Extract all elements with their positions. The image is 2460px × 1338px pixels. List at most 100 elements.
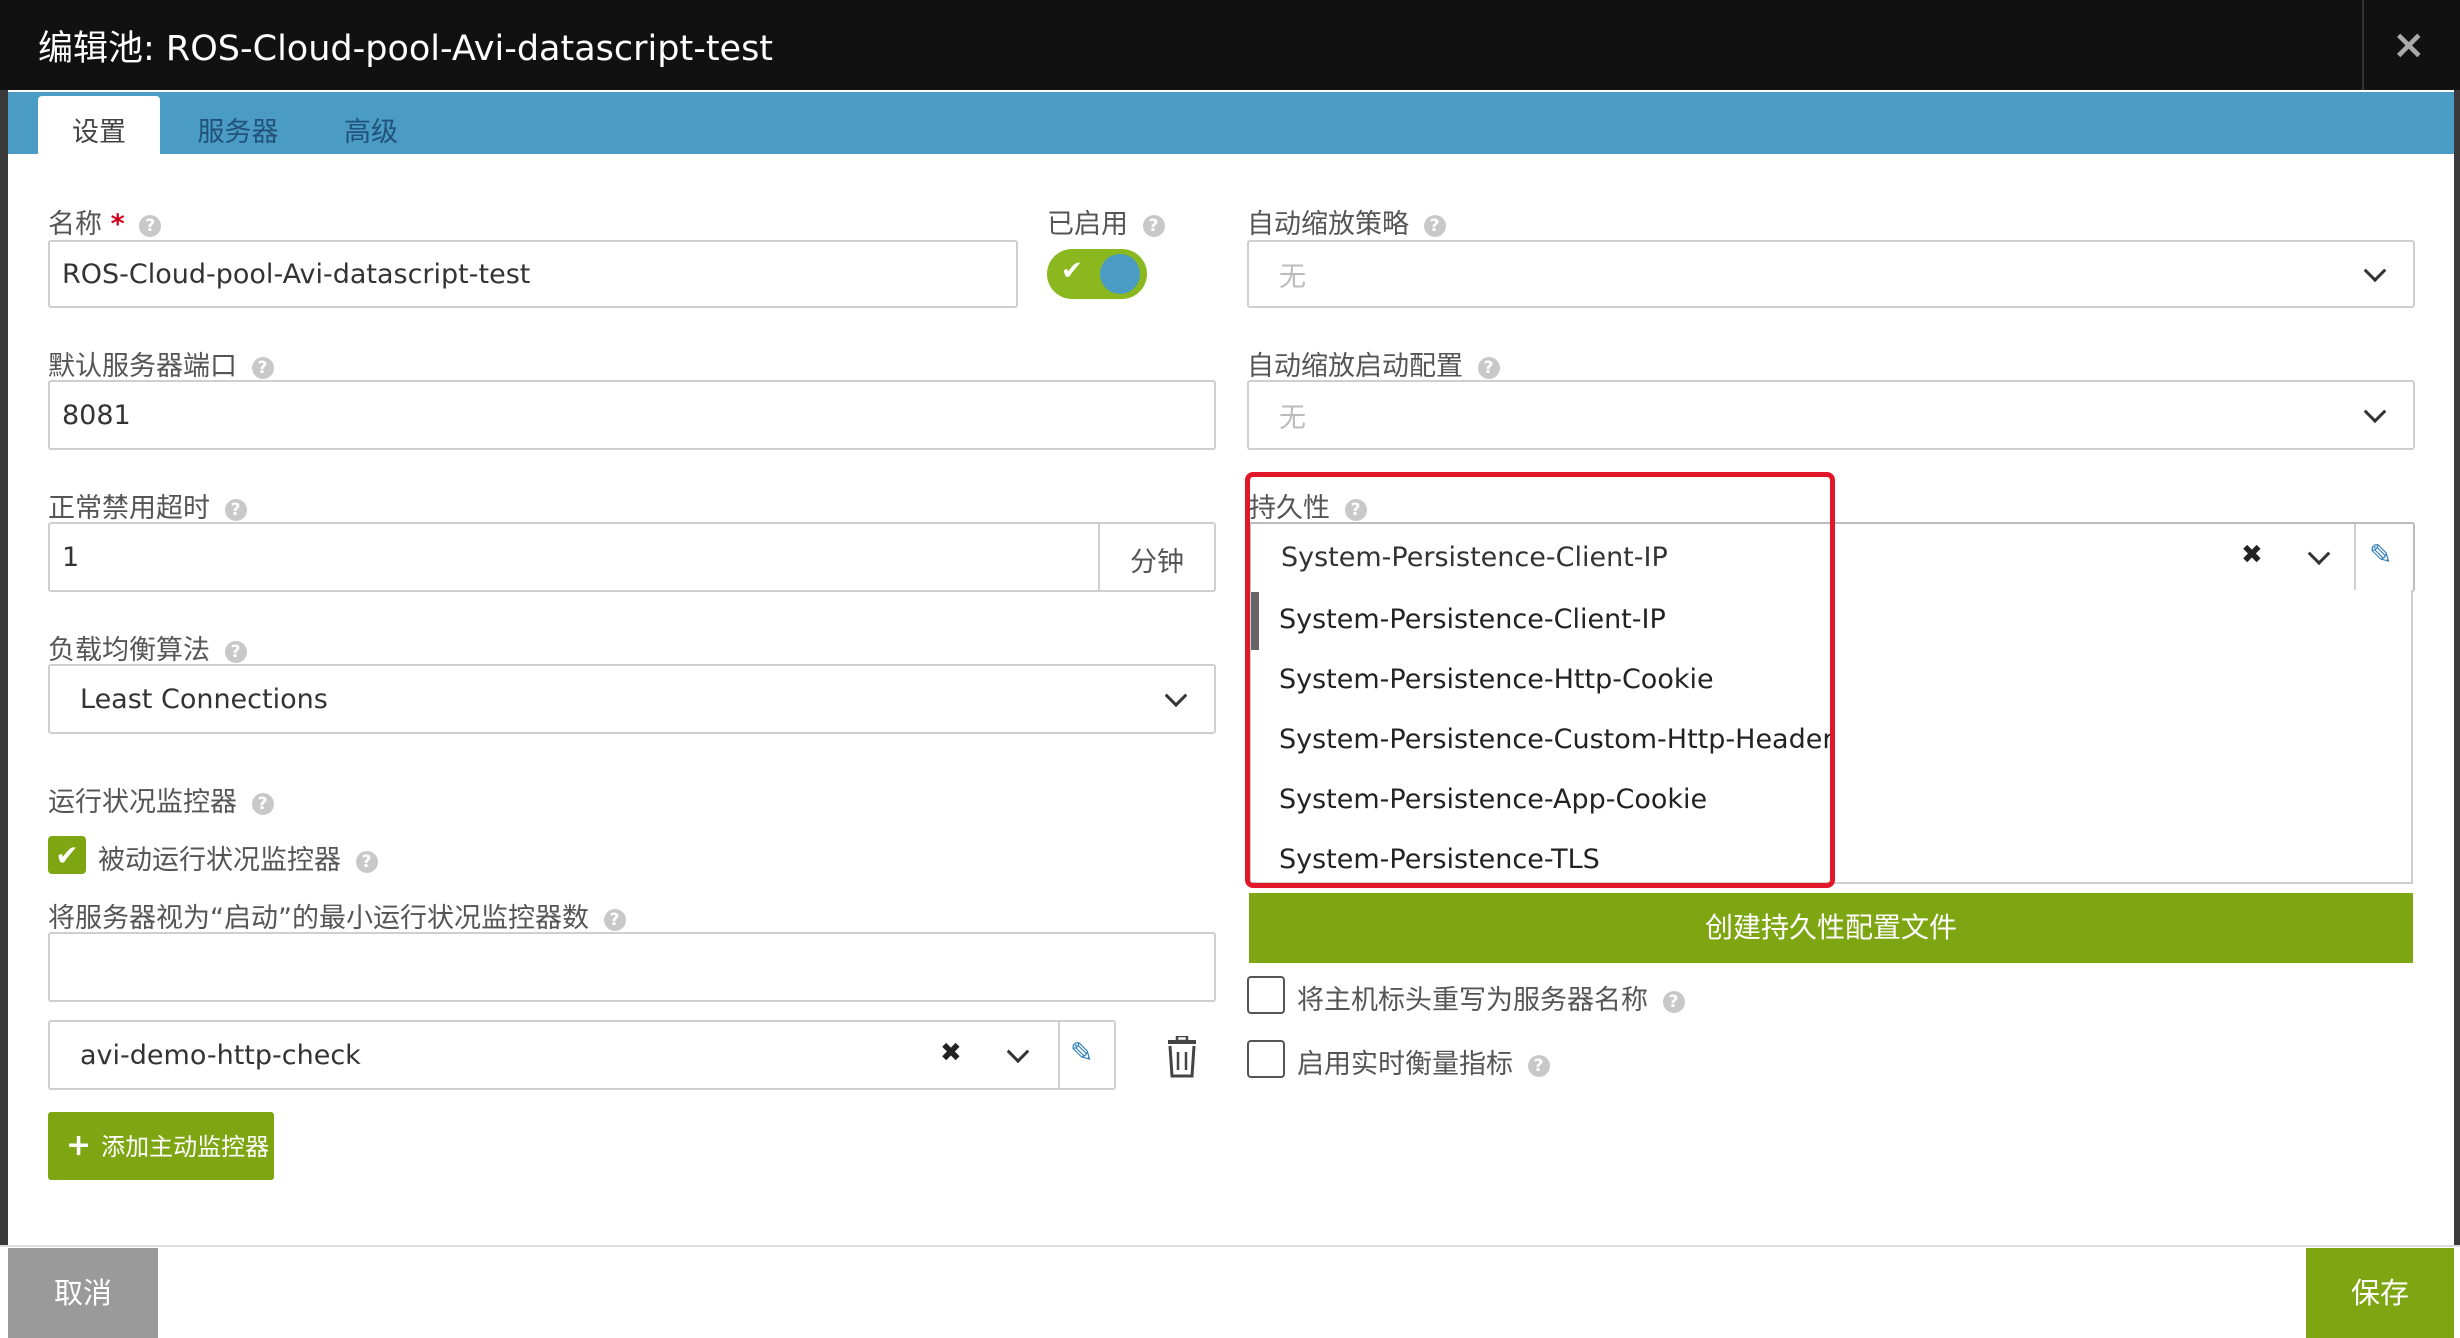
persistence-label-text: 持久性 — [1249, 493, 1330, 524]
persistence-option[interactable]: System-Persistence-Client-IP — [1279, 604, 1666, 635]
chevron-down-icon[interactable] — [2307, 542, 2331, 566]
health-monitor-label: 运行状况监控器 ? — [48, 780, 274, 819]
rewrite-host-label-text: 将主机标头重写为服务器名称 — [1297, 985, 1648, 1016]
help-icon[interactable]: ? — [603, 908, 626, 931]
name-input-value: ROS-Cloud-pool-Avi-datascript-test — [62, 258, 531, 290]
create-persistence-profile-button[interactable]: 创建持久性配置文件 — [1249, 893, 2413, 963]
trash-icon[interactable] — [1162, 1036, 1202, 1078]
min-up-monitors-label: 将服务器视为“启动”的最小运行状况监控器数 ? — [48, 896, 626, 935]
add-active-monitor-button[interactable]: + 添加主动监控器 — [48, 1112, 274, 1180]
chevron-down-icon — [2363, 259, 2387, 283]
edit-pool-modal: 编辑池: ROS-Cloud-pool-Avi-datascript-test … — [0, 0, 2460, 1338]
min-up-monitors-label-text: 将服务器视为“启动”的最小运行状况监控器数 — [48, 903, 589, 934]
required-mark: * — [110, 209, 125, 240]
autoscale-launch-value: 无 — [1279, 402, 1306, 434]
realtime-metrics-label: 启用实时衡量指标 ? — [1297, 1042, 1550, 1081]
help-icon[interactable]: ? — [224, 498, 247, 521]
enabled-toggle[interactable]: ✔ — [1047, 249, 1147, 299]
edit-divider — [2354, 524, 2356, 590]
toggle-knob — [1100, 254, 1140, 294]
persistence-option[interactable]: System-Persistence-TLS — [1279, 844, 1600, 875]
help-icon[interactable]: ? — [1344, 498, 1367, 521]
graceful-timeout-value: 1 — [62, 541, 80, 573]
persistence-select[interactable]: System-Persistence-Client-IP ✖ ✎ — [1249, 522, 2415, 592]
realtime-metrics-checkbox[interactable] — [1247, 1040, 1285, 1078]
tab-servers[interactable]: 服务器 — [178, 96, 298, 154]
modal-left-border — [0, 90, 8, 1248]
autoscale-policy-value: 无 — [1279, 261, 1306, 293]
timeout-unit: 分钟 — [1130, 547, 1184, 578]
rewrite-host-checkbox[interactable] — [1247, 976, 1285, 1014]
help-icon[interactable]: ? — [355, 850, 378, 873]
cancel-button[interactable]: 取消 — [8, 1248, 158, 1338]
autoscale-launch-label-text: 自动缩放启动配置 — [1247, 351, 1463, 382]
modal-right-border — [2454, 90, 2460, 1248]
check-icon: ✔ — [1061, 256, 1083, 286]
lb-algorithm-label: 负载均衡算法 ? — [48, 628, 247, 667]
help-icon[interactable]: ? — [251, 356, 274, 379]
help-icon[interactable]: ? — [1142, 214, 1165, 237]
health-monitor-select[interactable]: avi-demo-http-check ✖ ✎ — [48, 1020, 1116, 1090]
persistence-label: 持久性 ? — [1249, 486, 1367, 525]
edit-pencil-icon[interactable]: ✎ — [1070, 1036, 1093, 1069]
help-icon[interactable]: ? — [1423, 214, 1446, 237]
close-icon[interactable]: × — [2392, 22, 2426, 68]
help-icon[interactable]: ? — [1477, 356, 1500, 379]
lb-algorithm-select[interactable]: Least Connections — [48, 664, 1216, 734]
autoscale-launch-label: 自动缩放启动配置 ? — [1247, 344, 1500, 383]
graceful-timeout-label-text: 正常禁用超时 — [48, 493, 210, 524]
chevron-down-icon — [2363, 400, 2387, 424]
default-port-input[interactable]: 8081 — [48, 380, 1216, 450]
passive-monitor-label-text: 被动运行状况监控器 — [98, 845, 341, 876]
persistence-option[interactable]: System-Persistence-App-Cookie — [1279, 784, 1707, 815]
persistence-dropdown: System-Persistence-Client-IP System-Pers… — [1249, 590, 2413, 884]
persistence-value: System-Persistence-Client-IP — [1281, 541, 1668, 573]
tab-bar: 设置 服务器 高级 — [8, 92, 2454, 154]
rewrite-host-label: 将主机标头重写为服务器名称 ? — [1297, 978, 1685, 1017]
clear-icon[interactable]: ✖ — [2241, 540, 2263, 570]
passive-monitor-label: 被动运行状况监控器 ? — [98, 838, 378, 877]
enabled-label: 已启用 ? — [1047, 202, 1165, 241]
help-icon[interactable]: ? — [224, 640, 247, 663]
edit-divider — [1058, 1022, 1060, 1088]
help-icon[interactable]: ? — [1527, 1054, 1550, 1077]
graceful-timeout-input[interactable]: 1 分钟 — [48, 522, 1216, 592]
autoscale-launch-select[interactable]: 无 — [1247, 380, 2415, 450]
chevron-down-icon — [1164, 684, 1188, 708]
help-icon[interactable]: ? — [251, 792, 274, 815]
graceful-timeout-label: 正常禁用超时 ? — [48, 486, 247, 525]
modal-footer — [0, 1245, 2460, 1338]
name-label-text: 名称 — [48, 209, 102, 240]
unit-divider — [1098, 524, 1100, 590]
tab-settings[interactable]: 设置 — [38, 96, 160, 154]
save-button[interactable]: 保存 — [2306, 1248, 2454, 1338]
autoscale-policy-label: 自动缩放策略 ? — [1247, 202, 1446, 241]
header-divider — [2362, 0, 2364, 90]
modal-header: 编辑池: ROS-Cloud-pool-Avi-datascript-test … — [0, 0, 2460, 90]
selected-marker — [1251, 592, 1259, 650]
lb-algorithm-label-text: 负载均衡算法 — [48, 635, 210, 666]
name-input[interactable]: ROS-Cloud-pool-Avi-datascript-test — [48, 240, 1018, 308]
health-monitor-label-text: 运行状况监控器 — [48, 787, 237, 818]
plus-icon: + — [66, 1128, 92, 1163]
help-icon[interactable]: ? — [139, 214, 162, 237]
health-monitor-value: avi-demo-http-check — [80, 1039, 361, 1071]
clear-icon[interactable]: ✖ — [940, 1038, 962, 1068]
tab-advanced[interactable]: 高级 — [326, 96, 416, 154]
persistence-option[interactable]: System-Persistence-Http-Cookie — [1279, 664, 1714, 695]
chevron-down-icon[interactable] — [1006, 1040, 1030, 1064]
edit-pencil-icon[interactable]: ✎ — [2369, 538, 2392, 571]
autoscale-policy-select[interactable]: 无 — [1247, 240, 2415, 308]
passive-monitor-checkbox[interactable]: ✔ — [48, 836, 86, 874]
add-active-monitor-label: 添加主动监控器 — [101, 1133, 270, 1161]
min-up-monitors-input[interactable] — [48, 932, 1216, 1002]
enabled-label-text: 已启用 — [1047, 209, 1128, 240]
help-icon[interactable]: ? — [1662, 990, 1685, 1013]
persistence-option[interactable]: System-Persistence-Custom-Http-Header — [1279, 724, 1833, 755]
lb-algorithm-value: Least Connections — [80, 683, 328, 715]
default-port-label: 默认服务器端口 ? — [48, 344, 274, 383]
autoscale-policy-label-text: 自动缩放策略 — [1247, 209, 1409, 240]
realtime-metrics-label-text: 启用实时衡量指标 — [1297, 1049, 1513, 1080]
default-port-value: 8081 — [62, 399, 131, 431]
default-port-label-text: 默认服务器端口 — [48, 351, 237, 382]
